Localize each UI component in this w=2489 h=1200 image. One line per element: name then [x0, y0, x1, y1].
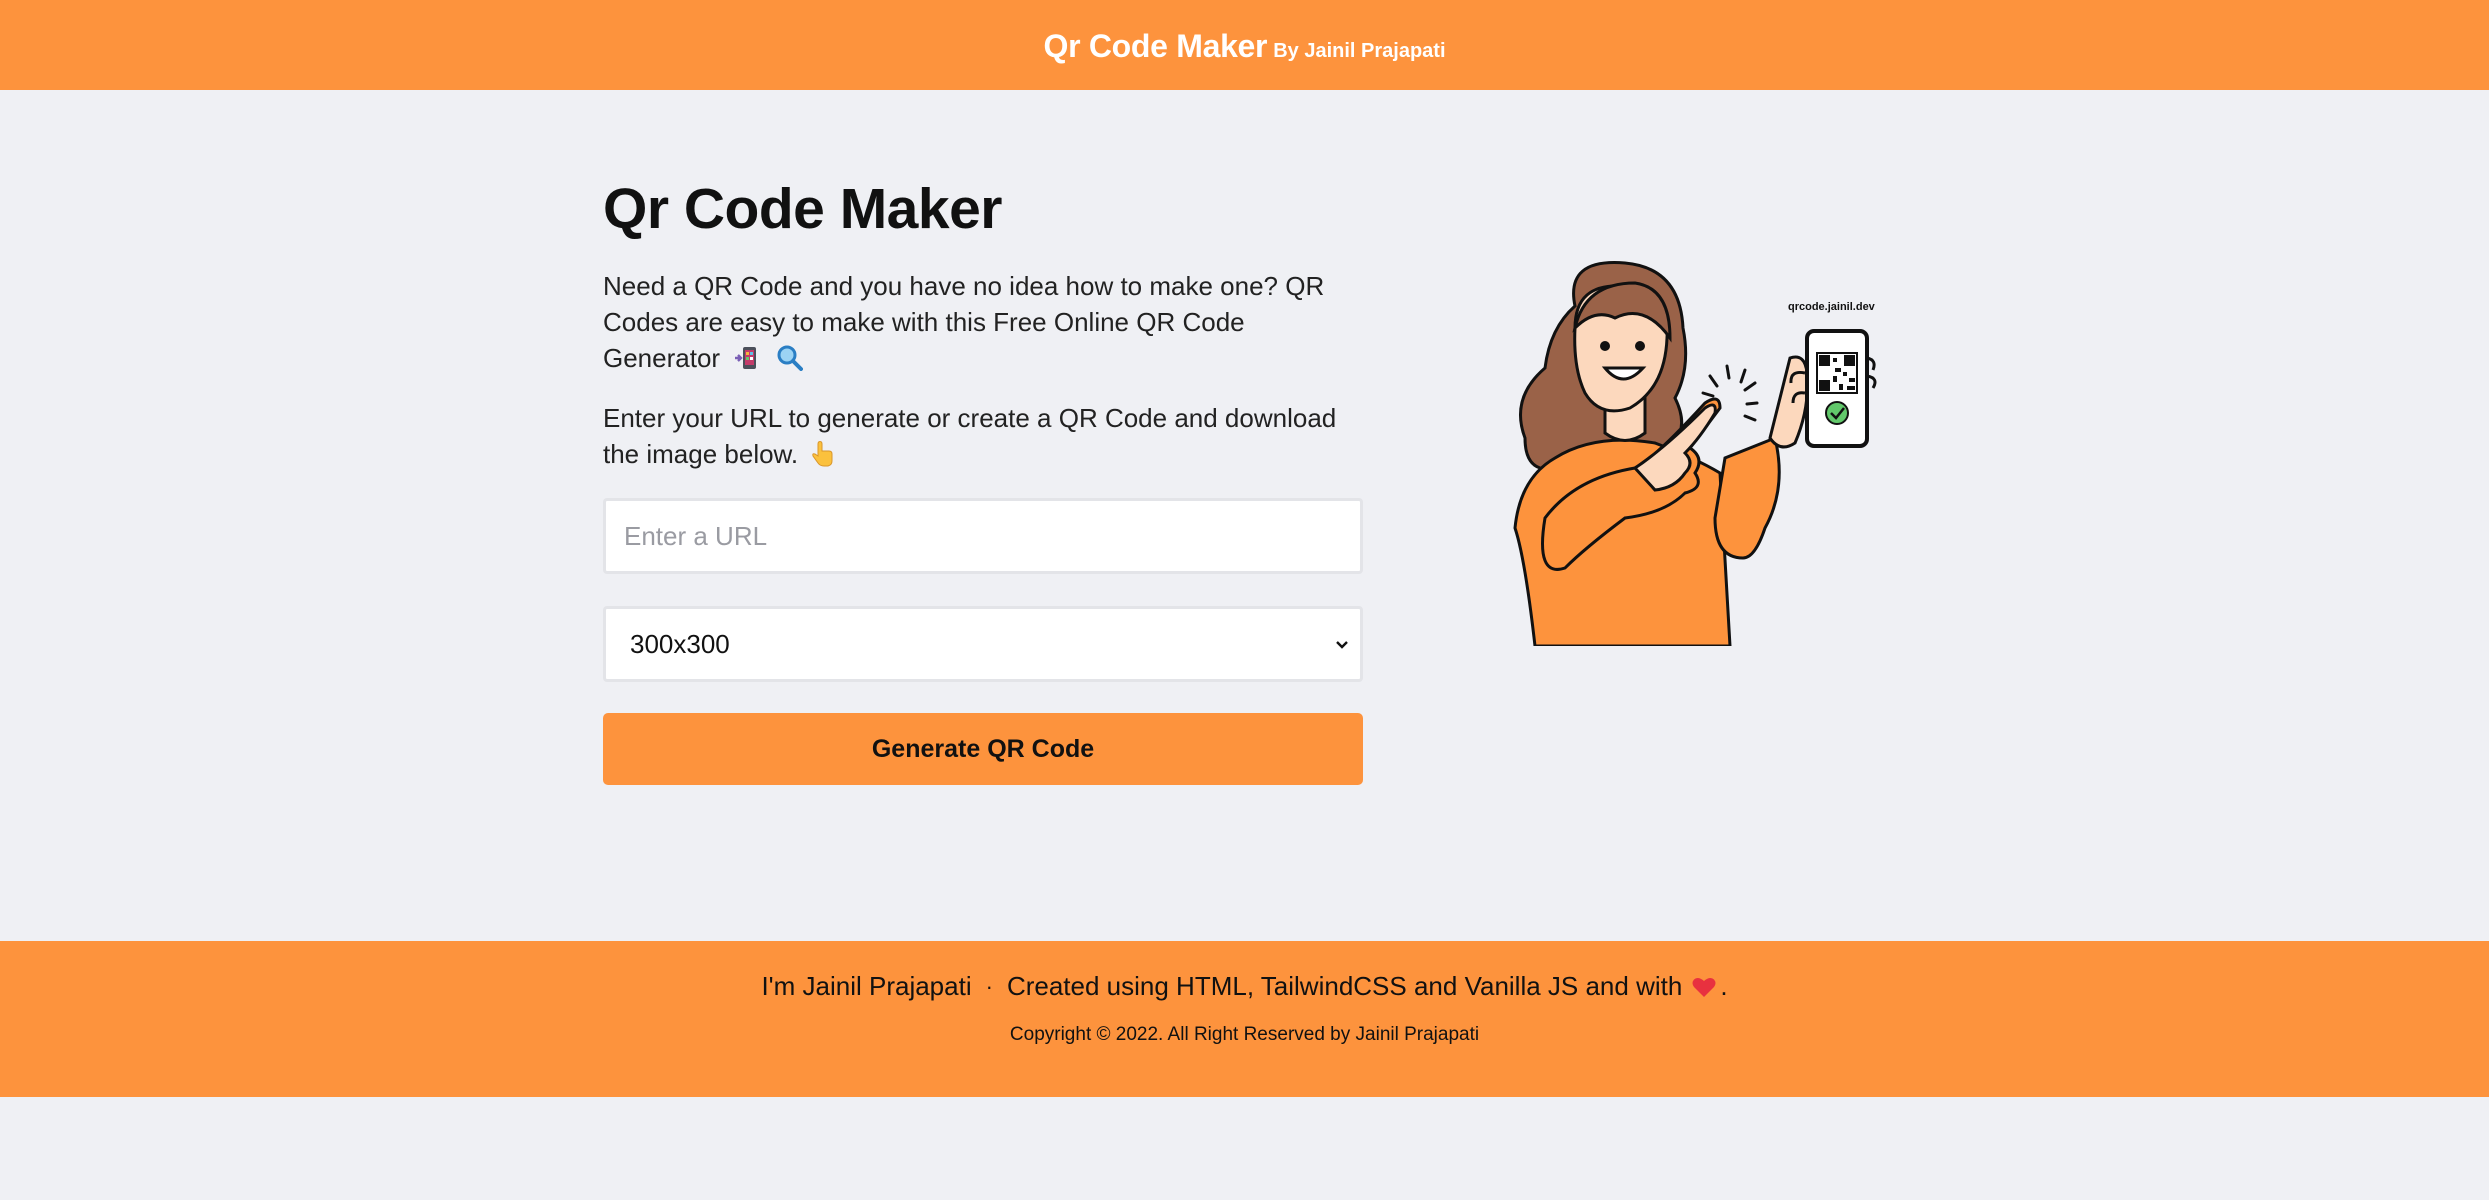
pointing-down-icon	[812, 441, 833, 467]
instructions-text: Enter your URL to generate or create a Q…	[603, 403, 1337, 469]
description-text: Need a QR Code and you have no idea how …	[603, 271, 1325, 373]
description: Need a QR Code and you have no idea how …	[603, 268, 1363, 376]
chevron-down-icon	[1336, 641, 1348, 649]
size-select-value: 300x300	[630, 628, 730, 659]
brand[interactable]: Qr Code Maker By Jainil Prajapati	[1043, 28, 1445, 65]
page-title: Qr Code Maker	[603, 177, 1002, 241]
main-content: Qr Code Maker Need a QR Code and you hav…	[603, 170, 1363, 785]
mobile-phone-icon	[735, 347, 757, 369]
brand-author: By Jainil Prajapati	[1273, 39, 1446, 62]
footer-author[interactable]: I'm Jainil Prajapati	[761, 971, 971, 1002]
footer-separator: ·	[985, 973, 993, 999]
url-input[interactable]	[603, 498, 1363, 574]
copyright: Copyright © 2022. All Right Reserved by …	[1009, 1024, 1480, 1045]
instructions: Enter your URL to generate or create a Q…	[603, 400, 1363, 472]
generate-qr-button[interactable]: Generate QR Code	[603, 713, 1363, 785]
magnifier-icon	[777, 345, 803, 371]
top-navbar: Qr Code Maker By Jainil Prajapati	[0, 0, 2489, 90]
brand-title: Qr Code Maker	[1043, 27, 1268, 64]
illustration-caption: qrcode.jainil.dev	[1788, 301, 1876, 313]
footer-credits-end: .	[1720, 971, 1728, 1001]
footer-credits: I'm Jainil Prajapati · Created using HTM…	[761, 971, 1727, 1002]
heart-icon	[1692, 977, 1716, 997]
woman-holding-phone-illustration: qrcode.jainil.dev	[1513, 261, 1877, 646]
footer-credits-text: Created using HTML, TailwindCSS and Vani…	[1006, 971, 1683, 1001]
footer: I'm Jainil Prajapati · Created using HTM…	[0, 941, 2489, 1097]
size-select[interactable]: 300x300	[603, 606, 1363, 682]
